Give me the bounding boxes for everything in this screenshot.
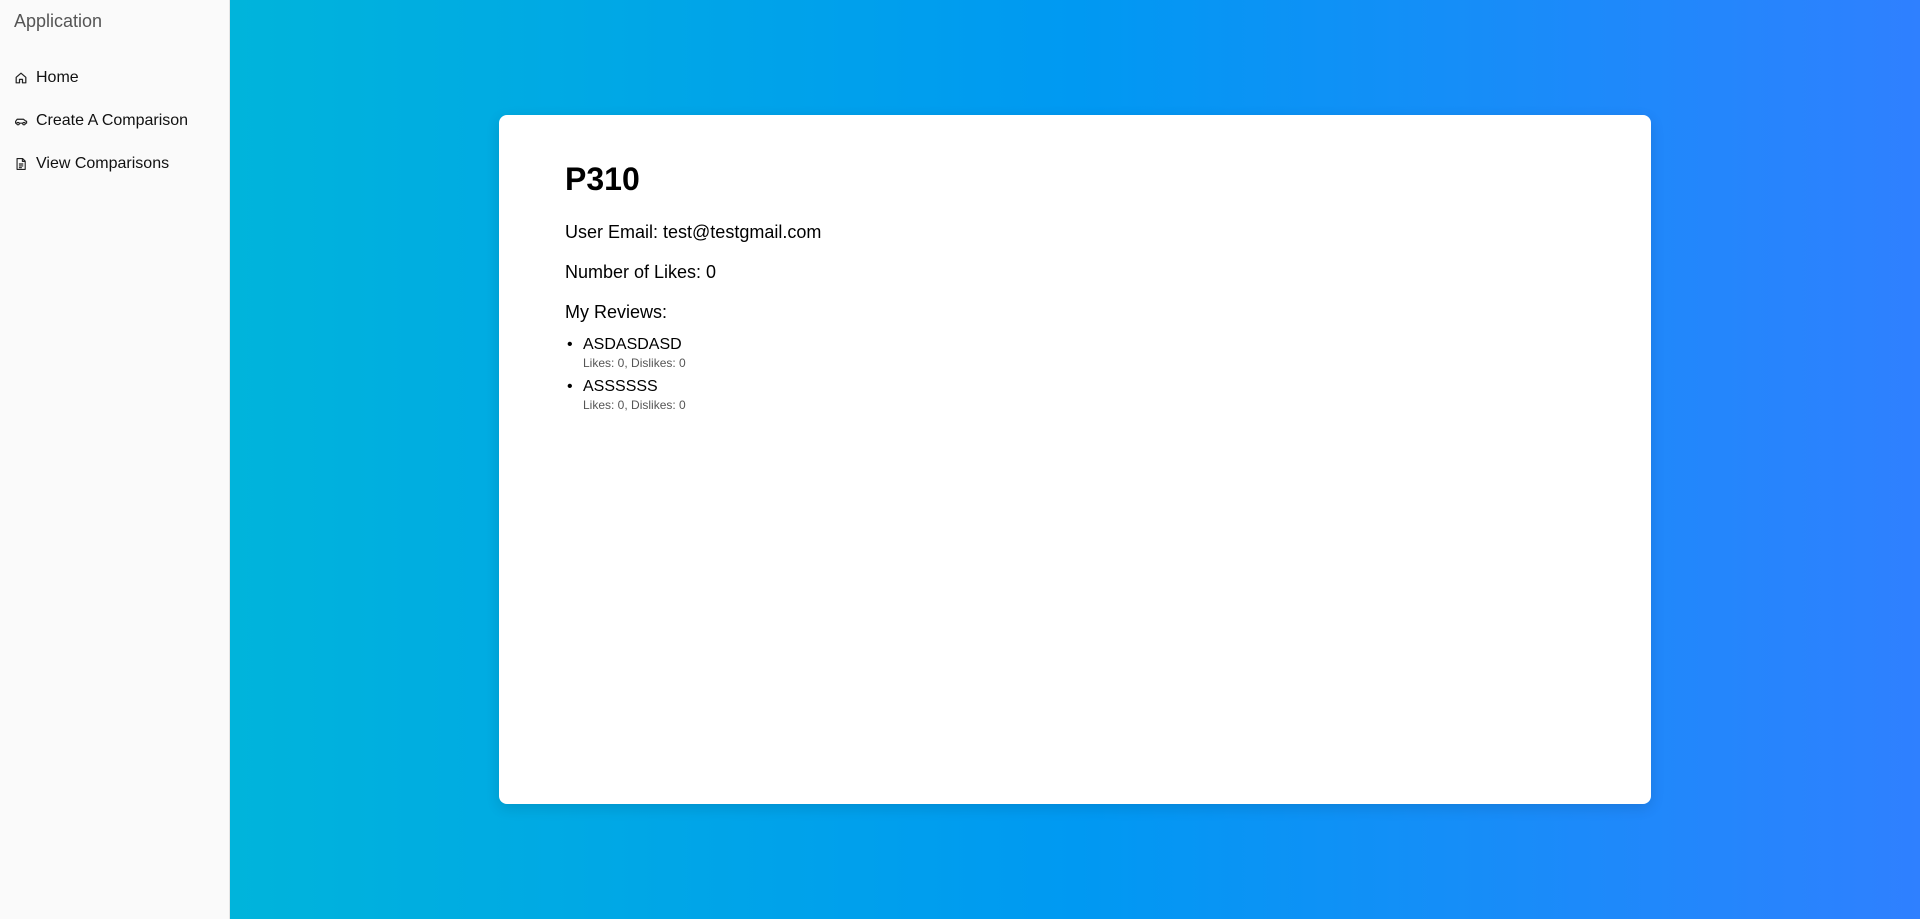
sidebar-nav: Home Create A Comparison View Comparison…: [0, 56, 229, 185]
review-stats: Likes: 0, Dislikes: 0: [583, 356, 686, 370]
sidebar-item-view-comparisons[interactable]: View Comparisons: [0, 142, 229, 185]
list-item: ASDASDASD Likes: 0, Dislikes: 0: [565, 335, 1585, 371]
sidebar: Application Home Create A Comparison Vie…: [0, 0, 230, 919]
profile-name: P310: [565, 161, 640, 197]
review-list: ASDASDASD Likes: 0, Dislikes: 0 ASSSSSS …: [565, 335, 1585, 413]
review-stats: Likes: 0, Dislikes: 0: [583, 398, 686, 412]
main-content: P310 User Email: test@testgmail.com Numb…: [230, 0, 1920, 919]
home-icon: [14, 71, 28, 85]
sidebar-item-create-comparison[interactable]: Create A Comparison: [0, 99, 229, 142]
document-icon: [14, 157, 28, 171]
likes-count: Number of Likes: 0: [565, 262, 717, 282]
car-icon: [14, 114, 28, 128]
list-item: ASSSSSS Likes: 0, Dislikes: 0: [565, 377, 1585, 413]
profile-card: P310 User Email: test@testgmail.com Numb…: [499, 115, 1651, 804]
review-text: ASDASDASD: [583, 336, 682, 353]
sidebar-item-home[interactable]: Home: [0, 56, 229, 99]
sidebar-item-label: Home: [36, 68, 79, 86]
review-text: ASSSSSS: [583, 378, 658, 395]
app-title: Application: [14, 11, 103, 31]
user-email: User Email: test@testgmail.com: [565, 222, 822, 242]
reviews-heading: My Reviews:: [565, 302, 668, 322]
sidebar-item-label: Create A Comparison: [36, 111, 189, 129]
sidebar-item-label: View Comparisons: [36, 154, 170, 172]
